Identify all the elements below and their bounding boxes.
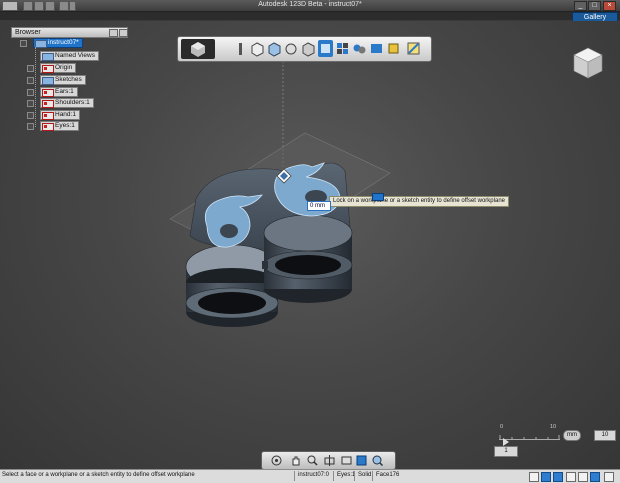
units-button[interactable]: mm xyxy=(563,430,581,441)
group-icon[interactable] xyxy=(352,40,367,57)
status-separator xyxy=(294,471,295,481)
browser-item[interactable]: Ears:1 xyxy=(40,87,78,97)
box-icon[interactable] xyxy=(250,40,265,57)
grid-step-field[interactable]: 1 xyxy=(494,446,518,457)
component-icon[interactable] xyxy=(42,112,54,120)
status-component: Eyes:1 xyxy=(337,472,356,478)
browser-item-label: Ears:1 xyxy=(55,88,74,95)
browser-item[interactable]: Origin xyxy=(40,63,77,73)
status-separator xyxy=(354,471,355,481)
browser-item-label: Origin xyxy=(55,64,73,71)
zoom-icon[interactable] xyxy=(307,455,318,466)
offset-direction-icon[interactable] xyxy=(372,193,384,201)
browser-header: Browser xyxy=(11,27,128,38)
window-title: Autodesk 123D Beta - instruct07* xyxy=(258,1,362,8)
pattern-icon[interactable] xyxy=(335,40,350,57)
browser-title: Browser xyxy=(15,29,41,36)
visual-style-icon[interactable] xyxy=(578,472,588,482)
selection-filter-icon[interactable] xyxy=(529,472,539,482)
material-icon[interactable] xyxy=(386,40,401,57)
grid-scale-field[interactable]: 10 xyxy=(594,430,616,441)
fit-icon[interactable] xyxy=(324,455,335,466)
expand-toggle-icon[interactable] xyxy=(27,123,34,130)
expand-toggle-icon[interactable] xyxy=(27,89,34,96)
status-separator xyxy=(333,471,334,481)
component-icon[interactable] xyxy=(42,123,54,131)
workplane-icon[interactable] xyxy=(318,40,333,57)
snap-icon[interactable] xyxy=(541,472,551,482)
browser-item-label: instruct07* xyxy=(48,39,79,46)
ruler-end: 10 xyxy=(550,424,557,430)
expand-toggle-icon[interactable] xyxy=(20,40,27,47)
browser-item[interactable]: Hand:1 xyxy=(40,110,80,120)
look-at-icon[interactable] xyxy=(341,455,352,466)
status-bar: Select a face or a workplane or a sketch… xyxy=(0,469,620,483)
browser-item[interactable]: Sketches xyxy=(40,75,86,85)
expand-toggle-icon[interactable] xyxy=(27,65,34,72)
expand-toggle-icon[interactable] xyxy=(27,77,34,84)
modify-icon[interactable] xyxy=(301,40,316,57)
gallery-label: Gallery xyxy=(583,14,607,21)
browser-item-label: Named Views xyxy=(55,52,95,59)
expand-toggle-icon[interactable] xyxy=(27,112,34,119)
extrude-icon[interactable] xyxy=(267,40,282,57)
grid-icon[interactable] xyxy=(553,472,563,482)
transform-icon[interactable] xyxy=(284,40,299,57)
sketches-icon[interactable] xyxy=(42,77,54,85)
minimize-button[interactable]: _ xyxy=(574,1,587,11)
right-eye-cylinder[interactable] xyxy=(263,214,353,303)
browser-pin-button[interactable] xyxy=(109,29,118,37)
display-icon[interactable] xyxy=(566,472,576,482)
close-button[interactable]: × xyxy=(603,1,616,11)
maximize-button[interactable]: □ xyxy=(588,1,601,11)
status-document: instruct07:0 xyxy=(298,472,330,478)
view-mode-icon[interactable] xyxy=(356,455,367,466)
shadows-icon[interactable] xyxy=(590,472,600,482)
browser-item[interactable]: Shoulders:1 xyxy=(40,98,94,108)
main-toolbar xyxy=(177,36,432,62)
primitive-icon[interactable] xyxy=(233,40,248,57)
status-face: Face176 xyxy=(376,472,400,478)
browser-close-button[interactable] xyxy=(119,29,128,37)
status-hint: Select a face or a workplane or a sketch… xyxy=(2,472,195,478)
command-tooltip: Lock on a workplane or a sketch entity t… xyxy=(329,196,509,207)
ruler-marker-icon[interactable] xyxy=(502,438,510,446)
browser-item[interactable]: Eyes:1 xyxy=(40,121,79,131)
document-icon[interactable] xyxy=(35,40,47,48)
component-icon[interactable] xyxy=(42,100,54,108)
123d-logo-icon[interactable] xyxy=(181,39,215,59)
title-bar: Autodesk 123D Beta - instruct07* _ □ × xyxy=(0,0,620,12)
model-canvas[interactable] xyxy=(0,21,620,469)
ribbon-strip xyxy=(0,12,620,20)
browser-item-label: Shoulders:1 xyxy=(55,99,90,106)
status-separator xyxy=(372,471,373,481)
status-body: Solid xyxy=(358,472,372,478)
browser-item[interactable]: instruct07* xyxy=(33,38,83,48)
origin-icon[interactable] xyxy=(42,65,54,73)
browser-item-label: Eyes:1 xyxy=(55,122,75,129)
connector-detail xyxy=(262,261,268,269)
settings-icon[interactable] xyxy=(604,472,614,482)
browser-item[interactable]: Named Views xyxy=(40,51,99,61)
zoom-window-icon[interactable] xyxy=(372,455,383,466)
offset-distance-input[interactable]: 0 mm xyxy=(307,201,331,211)
navigation-bar xyxy=(261,451,396,469)
tree-connector xyxy=(35,47,36,127)
named-views-icon[interactable] xyxy=(42,53,54,61)
pan-icon[interactable] xyxy=(290,455,301,466)
expand-toggle-icon[interactable] xyxy=(27,100,34,107)
3d-viewport[interactable]: Browser instruct07* Named Views Origin Sket… xyxy=(0,21,620,469)
measure-icon[interactable] xyxy=(406,40,421,57)
orbit-icon[interactable] xyxy=(271,455,282,466)
browser-item-label: Sketches xyxy=(55,76,82,83)
browser-item-label: Hand:1 xyxy=(55,111,76,118)
scale-ruler: 0 10 xyxy=(499,424,561,446)
text-3d-icon[interactable] xyxy=(369,40,384,57)
viewcube[interactable] xyxy=(571,44,605,82)
ruler-start: 0 xyxy=(500,424,504,430)
browser-panel: Browser xyxy=(11,27,128,38)
component-icon[interactable] xyxy=(42,89,54,97)
